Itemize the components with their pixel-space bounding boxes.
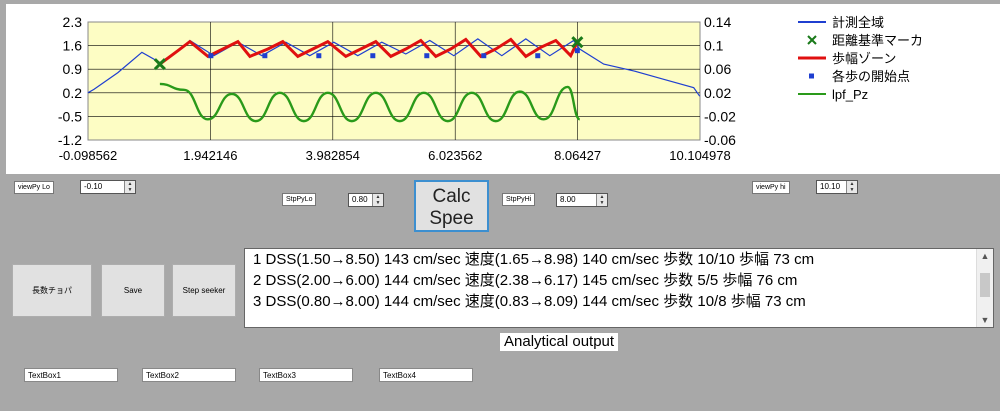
legend-label: 距離基準マーカ — [832, 33, 923, 48]
step-start-point — [424, 53, 430, 59]
stepper-down-icon[interactable]: ▼ — [373, 200, 383, 206]
stp-hi-value: 8.00 — [560, 195, 576, 204]
view-hi-arrows[interactable]: ▲ ▼ — [846, 181, 857, 193]
x-tick-label: 6.023562 — [428, 148, 482, 163]
analytical-output-box[interactable]: 1 DSS(1.50→8.50) 143 cm/sec 速度(1.65→8.98… — [244, 248, 994, 328]
y-right-tick-label: -0.06 — [704, 132, 736, 148]
output-line: 2 DSS(2.00→6.00) 144 cm/sec 速度(2.38→6.17… — [253, 272, 798, 289]
calc-line2: Spee — [429, 208, 474, 229]
stp-hi-arrows[interactable]: ▲ ▼ — [596, 194, 607, 206]
save-button[interactable]: Save — [101, 264, 165, 317]
y-right-tick-label: 0.02 — [704, 85, 731, 101]
textbox-2[interactable]: TextBox2 — [142, 368, 236, 382]
chart-panel: 2.3 1.6 0.9 0.2 -0.5 -1.2 0.14 0.1 0.06 0.02 -0.0… — [6, 4, 1000, 174]
view-lo-value: -0.10 — [84, 182, 103, 191]
chart-svg: 2.3 1.6 0.9 0.2 -0.5 -1.2 0.14 0.1 0.06 0.02 -0.0… — [58, 14, 923, 163]
textbox-4[interactable]: TextBox4 — [379, 368, 473, 382]
stp-lo-value: 0.80 — [352, 195, 368, 204]
legend-label: 歩幅ゾーン — [832, 51, 896, 66]
stepper-down-icon[interactable]: ▼ — [847, 187, 857, 193]
view-hi-label: viewPy hi — [752, 181, 790, 194]
y-left-tick-label: -0.5 — [58, 108, 82, 124]
y-left-tick-label: -1.2 — [58, 132, 82, 148]
scroll-down-icon[interactable]: ▼ — [977, 313, 993, 327]
y-left-tick-label: 1.6 — [63, 38, 83, 54]
stp-hi-stepper[interactable]: 8.00 ▲ ▼ — [556, 193, 608, 207]
legend-label: lpf_Pz — [832, 87, 868, 102]
scroll-up-icon[interactable]: ▲ — [977, 249, 993, 263]
legend-label: 各歩の開始点 — [832, 69, 910, 84]
legend-entry: lpf_Pz — [798, 87, 868, 102]
y-right-tick-label: 0.1 — [704, 38, 724, 54]
step-start-point — [574, 48, 580, 54]
x-tick-label: -0.098562 — [59, 148, 118, 163]
stepper-down-icon[interactable]: ▼ — [125, 187, 135, 193]
y-right-tick-label: 0.14 — [704, 14, 731, 30]
y-left-tick-label: 2.3 — [63, 14, 83, 30]
stepper-down-icon[interactable]: ▼ — [597, 200, 607, 206]
step-start-point — [262, 53, 268, 59]
view-lo-label: viewPy Lo — [14, 181, 54, 194]
analytical-output-caption: Analytical output — [500, 333, 619, 351]
step-start-point — [370, 53, 376, 59]
view-lo-arrows[interactable]: ▲ ▼ — [124, 181, 135, 193]
y-left-tick-label: 0.9 — [63, 61, 83, 77]
step-seeker-button[interactable]: Step seeker — [172, 264, 236, 317]
step-start-point — [481, 53, 487, 59]
textbox-3[interactable]: TextBox3 — [259, 368, 353, 382]
step-start-point — [535, 53, 541, 59]
x-tick-label: 3.982854 — [306, 148, 360, 163]
main-action-button[interactable]: 長数チョパ — [12, 264, 92, 317]
stp-lo-arrows[interactable]: ▲ ▼ — [372, 194, 383, 206]
x-tick-label: 8.06427 — [554, 148, 601, 163]
legend-entry: 距離基準マーカ — [807, 33, 923, 48]
stp-lo-stepper[interactable]: 0.80 ▲ ▼ — [348, 193, 384, 207]
legend-entry: 歩幅ゾーン — [798, 51, 896, 66]
output-scrollbar[interactable]: ▲ ▼ — [976, 249, 993, 327]
y-right-tick-label: 0.06 — [704, 61, 731, 77]
x-tick-label: 1.942146 — [183, 148, 237, 163]
calc-speed-button[interactable]: Calc Spee — [414, 180, 489, 232]
y-right-tick-label: -0.02 — [704, 108, 736, 124]
calc-line1: Calc — [432, 186, 471, 207]
scroll-thumb[interactable] — [980, 273, 990, 297]
legend-entry: 計測全域 — [798, 15, 884, 30]
view-hi-value: 10.10 — [820, 182, 841, 191]
legend-entry: 各歩の開始点 — [809, 69, 910, 84]
stp-lo-label: StpPyLo — [282, 193, 317, 206]
y-left-tick-label: 0.2 — [63, 85, 83, 101]
stp-hi-label: StpPyHi — [502, 193, 536, 206]
step-start-point — [208, 53, 214, 59]
textbox-1[interactable]: TextBox1 — [24, 368, 118, 382]
view-lo-stepper[interactable]: -0.10 ▲ ▼ — [80, 180, 136, 194]
x-tick-label: 10.104978 — [669, 148, 730, 163]
step-start-point — [316, 53, 322, 59]
output-line: 3 DSS(0.80→8.00) 144 cm/sec 速度(0.83→8.09… — [253, 293, 806, 310]
plot-area — [87, 21, 701, 141]
legend-swatch — [809, 73, 814, 79]
output-line: 1 DSS(1.50→8.50) 143 cm/sec 速度(1.65→8.98… — [253, 251, 815, 268]
legend-label: 計測全域 — [832, 15, 884, 30]
view-hi-stepper[interactable]: 10.10 ▲ ▼ — [816, 180, 858, 194]
